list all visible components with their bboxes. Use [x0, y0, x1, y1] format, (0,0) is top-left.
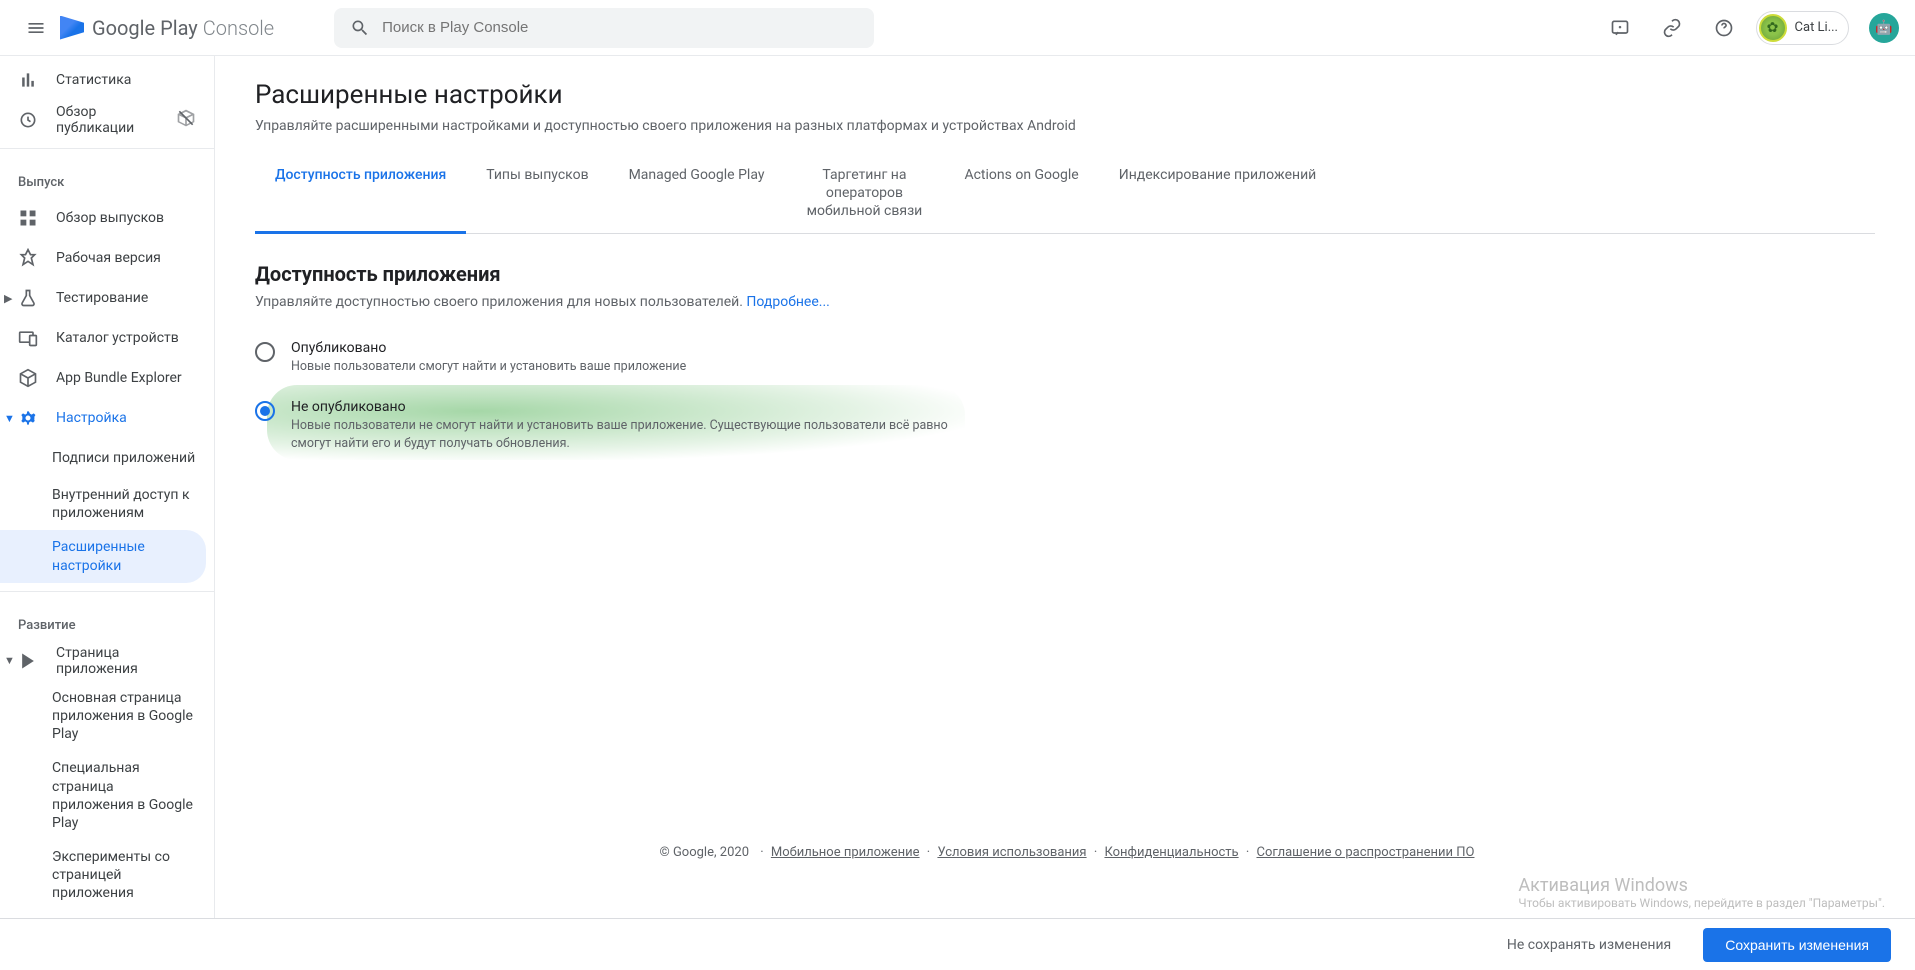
nav-label: Каталог устройств: [56, 330, 179, 346]
nav-label: Рабочая версия: [56, 250, 161, 266]
radio-label: Не опубликовано: [291, 399, 955, 415]
search-box[interactable]: [334, 8, 874, 48]
nav-label: Основная страница приложения в Google Pl…: [52, 689, 196, 744]
tab-actions-on-google[interactable]: Actions on Google: [944, 154, 1098, 233]
nav-label: Страница приложения: [56, 645, 196, 677]
profile-avatar[interactable]: 🤖: [1869, 13, 1899, 43]
caret-down-icon: ▼: [4, 412, 16, 425]
nav-label: Внутренний доступ к приложениям: [52, 486, 196, 522]
nav-label: Расширенные настройки: [52, 538, 188, 574]
devices-icon: [18, 328, 38, 348]
footer-mobile-app-link[interactable]: Мобильное приложение: [771, 845, 920, 860]
unpublished-icon: [176, 108, 196, 132]
sidebar-item-app-bundle[interactable]: App Bundle Explorer: [0, 358, 214, 398]
sidebar-item-setup[interactable]: ▼ Настройка: [0, 398, 214, 438]
nav-label: Обзор публикации: [56, 104, 158, 136]
dashboard-icon: [18, 208, 38, 228]
nav-label: Подписи приложений: [52, 449, 195, 467]
sidebar-item-experiments[interactable]: Эксперименты со страницей приложения: [0, 840, 214, 911]
nav-label: Настройка: [56, 410, 127, 426]
page-description: Управляйте расширенными настройками и до…: [255, 118, 1875, 134]
account-switcher[interactable]: Cat Li...: [1756, 11, 1849, 45]
radio-option-unpublished[interactable]: Не опубликовано Новые пользователи не см…: [255, 399, 955, 452]
nav-label: App Bundle Explorer: [56, 370, 182, 386]
link-button[interactable]: [1652, 8, 1692, 48]
search-input[interactable]: [382, 19, 858, 36]
nav-label: Эксперименты со страницей приложения: [52, 848, 196, 903]
sidebar-item-main-listing[interactable]: Основная страница приложения в Google Pl…: [0, 681, 214, 752]
tab-release-types[interactable]: Типы выпусков: [466, 154, 608, 233]
search-icon: [350, 18, 370, 38]
link-icon: [1662, 18, 1682, 38]
caret-down-icon: ▼: [4, 654, 16, 667]
bottom-action-bar: Не сохранять изменения Сохранить изменен…: [0, 918, 1915, 970]
stats-icon: [18, 70, 38, 90]
discard-button[interactable]: Не сохранять изменения: [1491, 929, 1687, 961]
nav-label: Статистика: [56, 72, 131, 88]
feedback-button[interactable]: [1600, 8, 1640, 48]
sidebar-item-statistics[interactable]: Статистика: [0, 60, 214, 100]
rocket-icon: [18, 248, 38, 268]
tab-availability[interactable]: Доступность приложения: [255, 154, 466, 234]
page-title: Расширенные настройки: [255, 80, 1875, 110]
sidebar-item-production[interactable]: Рабочая версия: [0, 238, 214, 278]
radio-icon: [255, 342, 275, 362]
logo-text: Google Play Console: [92, 16, 274, 40]
section-release-header: Выпуск: [0, 157, 214, 198]
footer-links: © Google, 2020 · Мобильное приложение · …: [656, 845, 1475, 860]
nav-label: Обзор выпусков: [56, 210, 164, 226]
sidebar-item-app-signing[interactable]: Подписи приложений: [0, 438, 214, 478]
copyright: © Google, 2020: [660, 845, 749, 860]
hamburger-icon: [26, 18, 46, 38]
learn-more-link[interactable]: Подробнее...: [746, 294, 829, 310]
account-name: Cat Li...: [1795, 20, 1838, 35]
help-icon: [1714, 18, 1734, 38]
menu-button[interactable]: [16, 8, 56, 48]
bundle-icon: [18, 368, 38, 388]
sidebar-item-device-catalog[interactable]: Каталог устройств: [0, 318, 214, 358]
gear-icon: [18, 408, 38, 428]
tab-carrier-targeting[interactable]: Таргетинг на операторов мобильной связи: [784, 154, 944, 233]
sidebar-item-store-presence[interactable]: ▼ Страница приложения: [0, 641, 214, 681]
sidebar-item-publishing-overview[interactable]: Обзор публикации: [0, 100, 214, 140]
tab-app-indexing[interactable]: Индексирование приложений: [1099, 154, 1337, 233]
footer-distribution-link[interactable]: Соглашение о распространении ПО: [1256, 845, 1474, 860]
sidebar-item-custom-listing[interactable]: Специальная страница приложения в Google…: [0, 751, 214, 840]
play-icon: [18, 651, 38, 671]
flask-icon: [18, 288, 38, 308]
message-icon: [1610, 18, 1630, 38]
sidebar-item-internal-sharing[interactable]: Внутренний доступ к приложениям: [0, 478, 214, 530]
tab-managed-google-play[interactable]: Managed Google Play: [609, 154, 785, 233]
sidebar-item-advanced-settings[interactable]: Расширенные настройки: [0, 530, 206, 582]
publish-icon: [18, 110, 38, 130]
help-button[interactable]: [1704, 8, 1744, 48]
section-grow-header: Развитие: [0, 600, 214, 641]
app-avatar-icon: [1759, 14, 1787, 42]
sidebar: Статистика Обзор публикации Выпуск Обзор…: [0, 56, 215, 970]
nav-label: Тестирование: [56, 290, 148, 306]
sidebar-item-testing[interactable]: ▶ Тестирование: [0, 278, 214, 318]
caret-right-icon: ▶: [4, 292, 16, 305]
footer-privacy-link[interactable]: Конфиденциальность: [1104, 845, 1238, 860]
section-title: Доступность приложения: [255, 262, 1875, 286]
radio-label: Опубликовано: [291, 340, 686, 356]
main-content: Расширенные настройки Управляйте расшире…: [215, 56, 1915, 970]
radio-description: Новые пользователи смогут найти и устано…: [291, 358, 686, 376]
sidebar-item-releases-overview[interactable]: Обзор выпусков: [0, 198, 214, 238]
play-logo-icon: [60, 16, 84, 40]
nav-label: Специальная страница приложения в Google…: [52, 759, 196, 832]
tabs: Доступность приложения Типы выпусков Man…: [255, 154, 1875, 234]
radio-option-published[interactable]: Опубликовано Новые пользователи смогут н…: [255, 340, 955, 376]
radio-icon-checked: [255, 401, 275, 421]
logo[interactable]: Google Play Console: [60, 16, 274, 40]
footer-terms-link[interactable]: Условия использования: [937, 845, 1086, 860]
save-button[interactable]: Сохранить изменения: [1703, 928, 1891, 962]
section-description: Управляйте доступностью своего приложени…: [255, 294, 1875, 310]
radio-description: Новые пользователи не смогут найти и уст…: [291, 417, 955, 452]
